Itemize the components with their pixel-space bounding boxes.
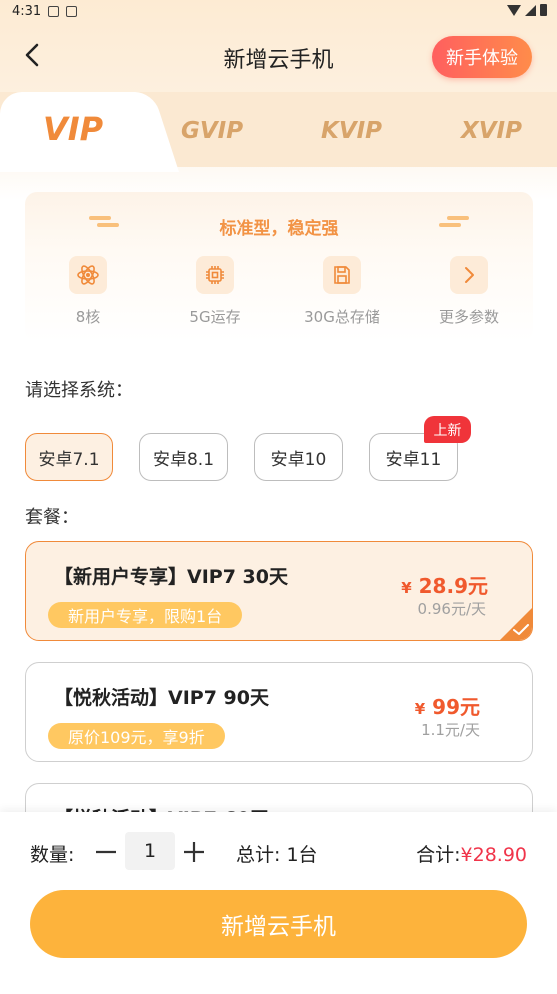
os-option-android-8-1[interactable]: 安卓8.1 [139, 433, 228, 481]
spec-label: 8核 [75, 308, 101, 326]
submit-button[interactable]: 新增云手机 [30, 890, 527, 958]
minus-icon[interactable] [94, 840, 118, 864]
quantity-label: 数量: [30, 844, 75, 866]
chip-icon [196, 256, 234, 294]
os-option-android-7-1[interactable]: 安卓7.1 [25, 433, 113, 481]
os-section-label: 请选择系统： [25, 380, 133, 401]
plan-card[interactable]: 【新用户专享】VIP7 30天 新用户专享，限购1台 ¥ 28.9元 0.96元… [25, 541, 533, 641]
status-time: 4:31 [12, 4, 42, 19]
tab-gvip[interactable]: GVIP [181, 118, 243, 144]
price-symbol: ¥ [401, 579, 412, 597]
plan-unit-price: 0.96元/天 [417, 600, 486, 618]
spec-label: 更多参数 [438, 308, 499, 326]
spec-storage: 30G总存储 [292, 256, 392, 327]
plan-price: ¥ 28.9元 [401, 570, 488, 599]
image-notification-icon [48, 6, 59, 17]
spec-label: 5G运存 [189, 308, 241, 326]
tab-vip[interactable]: VIP [43, 110, 103, 148]
plan-tag: 新用户专享，限购1台 [48, 602, 243, 628]
plan-section-label: 套餐： [25, 507, 79, 528]
status-bar: 4:31 [0, 0, 557, 24]
total-count: 总计: 1台 [236, 844, 318, 866]
plan-tag: 原价109元，享9折 [48, 723, 225, 749]
new-badge: 上新 [424, 416, 471, 443]
tab-xvip[interactable]: XVIP [461, 118, 522, 144]
battery-icon [540, 4, 547, 16]
price-value: 99元 [432, 695, 480, 719]
total-sum: 合计:¥28.90 [416, 840, 527, 867]
total-amount: ¥28.90 [460, 844, 527, 866]
chevron-right-icon [450, 256, 488, 294]
spec-ram: 5G运存 [165, 256, 265, 327]
spec-cpu: 8核 [38, 256, 138, 327]
plan-unit-price: 1.1元/天 [421, 721, 480, 739]
spec-label: 30G总存储 [304, 308, 380, 326]
spec-card: 标准型，稳定强 8核 5G运存 30G总存储 更多参数 [25, 192, 533, 342]
plan-title: 【新用户专享】VIP7 30天 [54, 566, 288, 588]
quantity-input[interactable] [125, 832, 175, 870]
app-notification-icon [66, 6, 77, 17]
newbie-trial-button[interactable]: 新手体验 [432, 36, 532, 78]
check-icon [513, 624, 529, 635]
tab-kvip[interactable]: KVIP [321, 118, 382, 144]
plan-card[interactable]: 【悦秋活动】VIP7 90天 原价109元，享9折 ¥ 99元 1.1元/天 [25, 662, 533, 762]
more-params-button[interactable]: 更多参数 [419, 256, 519, 327]
plan-title: 【悦秋活动】VIP7 90天 [54, 687, 269, 709]
price-symbol: ¥ [414, 700, 426, 718]
bottom-panel: 数量: 总计: 1台 合计:¥28.90 新增云手机 [0, 812, 557, 994]
plus-icon[interactable] [182, 840, 206, 864]
atom-icon [69, 256, 107, 294]
os-option-android-10[interactable]: 安卓10 [254, 433, 343, 481]
price-value: 28.9元 [418, 574, 488, 598]
signal-icon [525, 4, 536, 16]
right-decoration [439, 216, 469, 232]
wifi-icon [507, 4, 521, 16]
total-label: 合计: [416, 844, 461, 866]
storage-icon [323, 256, 361, 294]
plan-price: ¥ 99元 [415, 691, 480, 720]
